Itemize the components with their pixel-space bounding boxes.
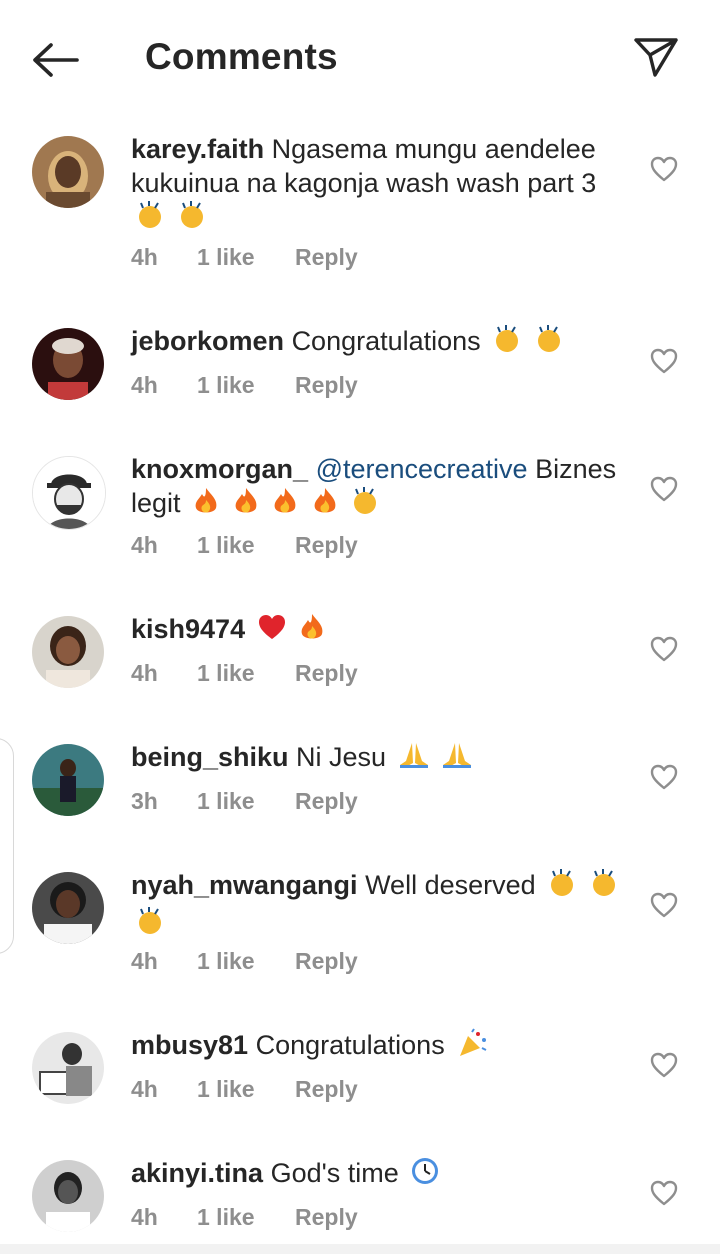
comment-meta: 4h 1 like Reply — [131, 532, 358, 559]
avatar[interactable] — [32, 872, 104, 944]
side-panel-edge[interactable] — [0, 738, 14, 954]
comment-text: kish9474 — [131, 612, 621, 650]
comment-text: jeborkomen Congratulations — [131, 324, 621, 362]
arrow-left-icon — [33, 43, 79, 77]
comment-username[interactable]: nyah_mwangangi — [131, 870, 358, 900]
heart-icon[interactable] — [650, 476, 678, 502]
heart-icon[interactable] — [650, 348, 678, 374]
fire-icon — [192, 486, 220, 524]
reply-button[interactable]: Reply — [295, 788, 358, 815]
comment-likes[interactable]: 1 like — [197, 244, 295, 271]
comment-meta: 3h 1 like Reply — [131, 788, 358, 815]
comment-username[interactable]: being_shiku — [131, 742, 289, 772]
paper-plane-icon — [634, 38, 678, 77]
reply-button[interactable]: Reply — [295, 244, 358, 271]
folded-hands-icon — [398, 741, 430, 777]
comment-username[interactable]: knoxmorgan_ — [131, 454, 308, 484]
avatar[interactable] — [32, 136, 104, 208]
comment-text: akinyi.tina God's time — [131, 1156, 621, 1194]
comment-meta: 4h 1 like Reply — [131, 660, 358, 687]
comment-time: 3h — [131, 788, 158, 814]
comment-mention[interactable]: @terencecreative — [316, 454, 528, 484]
comment-message: God's time — [270, 1158, 399, 1189]
comment-time: 4h — [131, 660, 158, 686]
reply-button[interactable]: Reply — [295, 1076, 358, 1103]
comment-time: 4h — [131, 244, 158, 270]
comment-username[interactable]: mbusy81 — [131, 1030, 248, 1060]
fire-icon — [311, 486, 339, 524]
heart-icon[interactable] — [650, 156, 678, 182]
clapping-hands-icon — [135, 906, 165, 944]
comment-username[interactable]: karey.faith — [131, 134, 264, 164]
comment-meta: 4h 1 like Reply — [131, 1076, 358, 1103]
avatar[interactable] — [32, 1160, 104, 1232]
comment-username[interactable]: akinyi.tina — [131, 1158, 263, 1188]
page-title: Comments — [145, 36, 338, 77]
comment-message: Congratulations — [255, 1030, 445, 1061]
clapping-hands-icon — [589, 868, 619, 906]
comment-message: Well deserved — [365, 870, 536, 901]
clapping-hands-icon — [534, 324, 564, 362]
clapping-hands-icon — [135, 200, 165, 238]
share-button[interactable] — [628, 32, 684, 82]
comment-time: 4h — [131, 1076, 158, 1102]
comment-text: mbusy81 Congratulations — [131, 1028, 621, 1066]
comment-message: Congratulations — [291, 326, 481, 357]
comment-time: 4h — [131, 532, 158, 558]
red-heart-icon — [257, 613, 287, 649]
reply-button[interactable]: Reply — [295, 1204, 358, 1231]
comment-likes[interactable]: 1 like — [197, 948, 295, 975]
comment-username[interactable]: jeborkomen — [131, 326, 284, 356]
comment-likes[interactable]: 1 like — [197, 372, 295, 399]
avatar[interactable] — [32, 616, 104, 688]
clapping-hands-icon — [350, 486, 380, 524]
comment-text: being_shiku Ni Jesu — [131, 740, 621, 777]
heart-icon[interactable] — [650, 764, 678, 790]
fire-icon — [232, 486, 260, 524]
comment-likes[interactable]: 1 like — [197, 1204, 295, 1231]
comment-time: 4h — [131, 372, 158, 398]
comment-text: karey.faith Ngasema mungu aendelee kukui… — [131, 132, 621, 238]
comment-text: nyah_mwangangi Well deserved — [131, 868, 621, 944]
comment-text: knoxmorgan_ @terencecreative Biznes legi… — [131, 452, 621, 524]
clapping-hands-icon — [177, 200, 207, 238]
back-button[interactable] — [30, 38, 82, 82]
clock-icon — [410, 1156, 440, 1194]
avatar[interactable] — [32, 1032, 104, 1104]
heart-icon[interactable] — [650, 892, 678, 918]
comment-likes[interactable]: 1 like — [197, 788, 295, 815]
reply-button[interactable]: Reply — [295, 948, 358, 975]
avatar[interactable] — [32, 744, 104, 816]
heart-icon[interactable] — [650, 1052, 678, 1078]
comment-time: 4h — [131, 948, 158, 974]
reply-button[interactable]: Reply — [295, 532, 358, 559]
header: Comments — [0, 0, 720, 116]
comment-time: 4h — [131, 1204, 158, 1230]
folded-hands-icon — [441, 741, 473, 777]
comment-meta: 4h 1 like Reply — [131, 1204, 358, 1231]
fire-icon — [298, 612, 326, 650]
comment-likes[interactable]: 1 like — [197, 532, 295, 559]
comment-likes[interactable]: 1 like — [197, 660, 295, 687]
heart-icon[interactable] — [650, 1180, 678, 1206]
clapping-hands-icon — [547, 868, 577, 906]
comment-message: Ni Jesu — [296, 742, 387, 772]
reply-button[interactable]: Reply — [295, 660, 358, 687]
party-popper-icon — [456, 1028, 488, 1066]
clapping-hands-icon — [492, 324, 522, 362]
comment-likes[interactable]: 1 like — [197, 1076, 295, 1103]
avatar[interactable] — [32, 456, 106, 530]
comment-meta: 4h 1 like Reply — [131, 244, 358, 271]
heart-icon[interactable] — [650, 636, 678, 662]
comment-username[interactable]: kish9474 — [131, 614, 245, 644]
reply-button[interactable]: Reply — [295, 372, 358, 399]
comment-meta: 4h 1 like Reply — [131, 948, 358, 975]
fire-icon — [271, 486, 299, 524]
avatar[interactable] — [32, 328, 104, 400]
bottom-edge — [0, 1244, 720, 1254]
comment-meta: 4h 1 like Reply — [131, 372, 358, 399]
